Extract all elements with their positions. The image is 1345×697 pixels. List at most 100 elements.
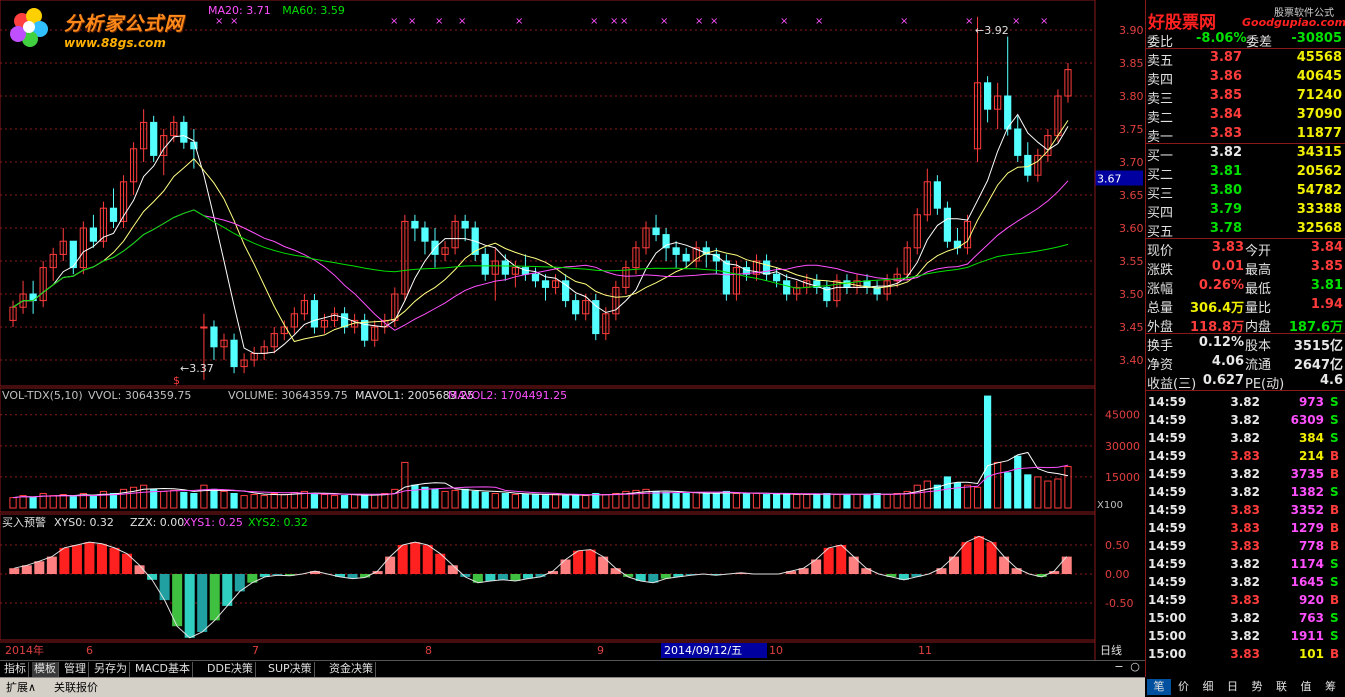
zoom-in-button[interactable]: ○ <box>1128 660 1142 676</box>
stat-value: 3.84 <box>1310 240 1343 255</box>
signal-mark: × <box>408 16 416 27</box>
stat-key: 今开 <box>1245 244 1272 259</box>
tab-6[interactable]: SUP决策 <box>266 662 315 677</box>
bid-label: 买二 <box>1147 168 1174 183</box>
volume-axis-label-2: 15000 <box>1105 471 1140 484</box>
volume-bar <box>160 490 168 509</box>
volume-bar <box>963 484 972 509</box>
right-tab-3[interactable]: 日 <box>1221 679 1245 695</box>
volume-bar <box>1024 474 1032 509</box>
status-tab-1[interactable]: 关联报价 <box>50 680 102 696</box>
tick-volume: 1645 <box>1290 575 1324 589</box>
tick-side: S <box>1330 395 1339 409</box>
stat-value: 0.12% <box>1198 335 1244 350</box>
signal-mark: × <box>1040 16 1048 27</box>
tick-volume: 1911 <box>1290 629 1324 643</box>
volume-bar <box>682 492 690 509</box>
volume-bar <box>813 494 821 509</box>
volume-bar <box>1064 466 1072 509</box>
tab-0[interactable]: 指标 <box>2 662 29 677</box>
tick-time: 15:00 <box>1148 647 1187 661</box>
ask-label: 卖三 <box>1147 92 1174 107</box>
volume-bar <box>823 492 831 509</box>
bid-row: 买三 3.80 54782 <box>1146 182 1345 202</box>
bid-price: 3.81 <box>1209 164 1242 179</box>
candle-body <box>310 300 319 328</box>
tab-4[interactable]: MACD基本 <box>133 662 193 677</box>
ask-volume: 71240 <box>1296 88 1342 103</box>
volume-bar <box>863 494 871 509</box>
right-tab-2[interactable]: 细 <box>1196 679 1220 695</box>
bid-price: 3.82 <box>1209 145 1242 160</box>
tick-row: 15:00 3.83 101 B <box>1146 645 1345 663</box>
right-tab-7[interactable]: 筹 <box>1319 679 1343 695</box>
bid-row: 买一 3.82 34315 <box>1146 144 1345 164</box>
tab-3[interactable]: 另存为 <box>92 662 130 677</box>
tab-2[interactable]: 管理 <box>62 662 89 677</box>
tick-row: 14:59 3.82 3735 B <box>1146 465 1345 483</box>
bid-price: 3.79 <box>1209 202 1242 217</box>
zoom-out-button[interactable]: − <box>1112 660 1126 676</box>
right-tab-6[interactable]: 值 <box>1294 679 1318 695</box>
x-axis-label-1: 6 <box>86 644 93 657</box>
candle-body <box>572 300 580 315</box>
date-cursor-label: 2014/09/12/五 <box>664 644 742 657</box>
volume-bar <box>913 484 921 509</box>
flower-logo-icon <box>10 8 48 47</box>
ask-row: 卖一 3.83 11877 <box>1146 125 1345 145</box>
tick-time: 14:59 <box>1148 431 1187 445</box>
volume-bar <box>752 492 761 509</box>
stat-key: 股本 <box>1245 339 1272 354</box>
right-tab-0[interactable]: 笔 <box>1147 679 1171 695</box>
volume-bar <box>140 484 148 509</box>
ma60-line <box>12 209 1069 308</box>
volume-bar <box>240 495 248 509</box>
candle-body <box>501 260 509 275</box>
tab-5[interactable]: DDE决策 <box>205 662 256 677</box>
signal-mark: × <box>1012 16 1020 27</box>
logo-url: www.88gs.com <box>64 36 166 50</box>
period-label[interactable]: 日线 <box>1100 642 1145 658</box>
volume-bar <box>481 491 489 509</box>
brand-banner: 好股票网 Goodgupiao.com 股票软件公式 <box>1146 2 1345 33</box>
indicator-legend-xys0: XYS0: 0.32 <box>54 516 114 529</box>
volume-bar <box>562 495 570 509</box>
tick-price: 3.82 <box>1230 575 1260 589</box>
tick-side: B <box>1330 467 1340 481</box>
volume-bar <box>89 495 98 509</box>
signal-mark: × <box>215 16 223 27</box>
volume-bar <box>1004 472 1012 509</box>
indicator-tabs: 指标 模板 管理 另存为 MACD基本 DDE决策 SUP决策 资金决策 <box>0 660 1145 677</box>
signal-mark: × <box>965 16 973 27</box>
signal-mark: × <box>590 16 598 27</box>
signal-mark: × <box>710 16 718 27</box>
right-tab-4[interactable]: 势 <box>1245 679 1269 695</box>
volume-bar <box>712 492 720 509</box>
bid-price: 3.78 <box>1209 221 1242 236</box>
stat-row: 净资 4.06 流通 2647亿 <box>1146 353 1345 373</box>
stat-value: 0.627 <box>1202 373 1244 388</box>
tab-7[interactable]: 资金决策 <box>327 662 376 677</box>
right-tab-5[interactable]: 联 <box>1270 679 1294 695</box>
indicator-legend-name: 买入预警 <box>2 515 46 529</box>
candle-body <box>109 207 118 222</box>
volume-bar <box>742 492 751 509</box>
volume-bar <box>461 488 469 509</box>
volume-bar <box>652 490 660 509</box>
candle-body <box>461 220 469 229</box>
right-tab-1[interactable]: 价 <box>1172 679 1196 695</box>
stat-row: 收益(三) 0.627 PE(动) 4.6 <box>1146 372 1345 392</box>
price-axis-label-4: 3.70 <box>1119 156 1144 169</box>
volume-bar <box>109 492 118 509</box>
price-axis-label-10: 3.40 <box>1119 354 1144 367</box>
stat-key: 涨幅 <box>1147 282 1174 297</box>
tick-time: 14:59 <box>1148 503 1187 517</box>
tab-1[interactable]: 模板 <box>32 662 59 677</box>
volume-bar <box>491 492 499 509</box>
volume-bar <box>290 491 298 509</box>
candle-body <box>541 280 550 288</box>
status-tab-0[interactable]: 扩展∧ <box>2 680 40 696</box>
kline-chart[interactable]: 3.90 3.85 3.80 3.75 3.70 3.65 3.60 3.55 3.50 3.45… <box>0 0 1145 660</box>
volume-bar <box>602 494 610 509</box>
stat-value: 306.4万 <box>1190 301 1245 316</box>
